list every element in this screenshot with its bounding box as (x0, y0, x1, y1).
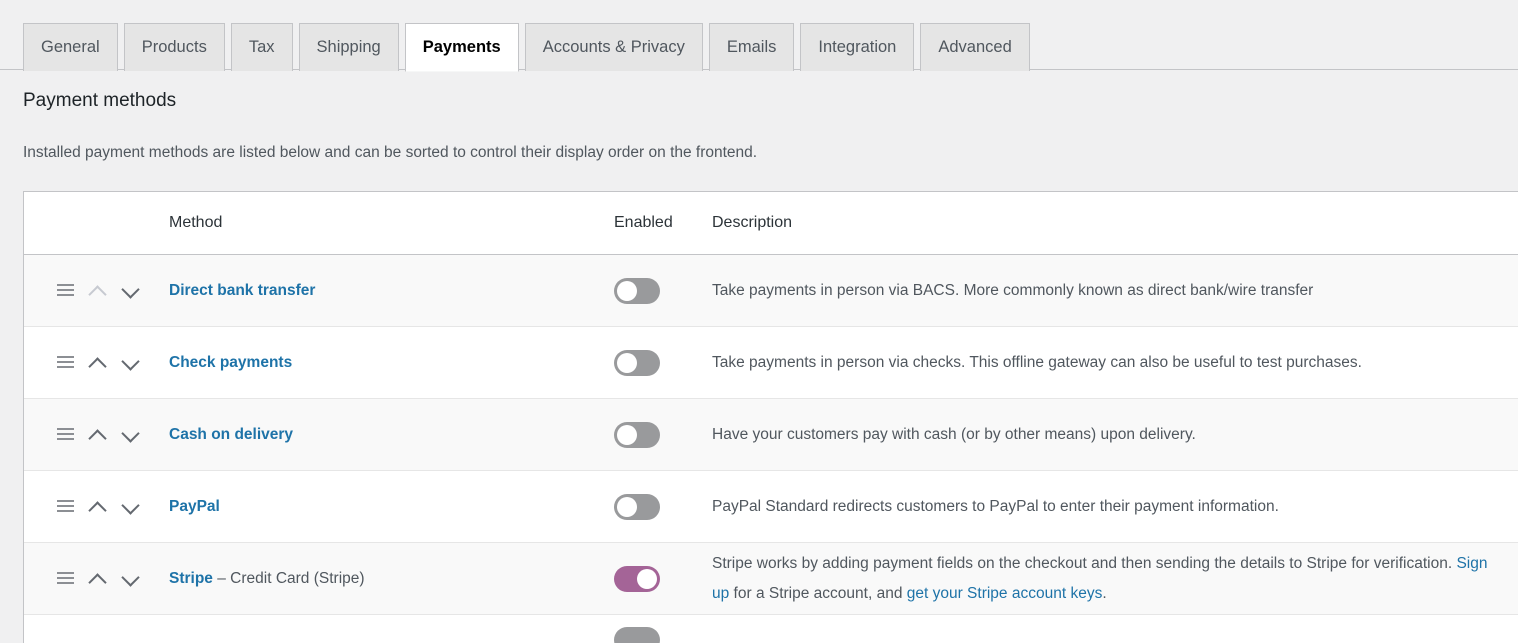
page-title: Payment methods (23, 88, 1518, 120)
description-text: for a Stripe account, and (729, 585, 907, 602)
method-link[interactable]: Stripe (169, 570, 213, 587)
tab-advanced[interactable]: Advanced (920, 23, 1029, 71)
method-name-cell: Check payments (169, 327, 614, 399)
page-description: Installed payment methods are listed bel… (23, 120, 1518, 164)
tab-shipping[interactable]: Shipping (299, 23, 399, 71)
sort-controls-cell (24, 399, 169, 471)
method-name-cell: Direct bank transfer (169, 255, 614, 327)
payment-methods-table: Method Enabled Description Direct bank t… (24, 192, 1518, 643)
chevron-up-icon[interactable] (88, 569, 107, 588)
enabled-toggle-cell (614, 399, 712, 471)
enabled-toggle[interactable] (614, 278, 660, 304)
partial-sort-cell (24, 615, 169, 643)
description-link[interactable]: get your Stripe account keys (907, 585, 1103, 602)
method-description-cell: Take payments in person via BACS. More c… (712, 255, 1518, 327)
description-text: Have your customers pay with cash (or by… (712, 426, 1196, 443)
sort-controls-cell (24, 327, 169, 399)
table-row (24, 615, 1518, 643)
column-header-sort (24, 192, 169, 255)
description-text: PayPal Standard redirects customers to P… (712, 498, 1279, 515)
chevron-down-icon[interactable] (121, 281, 140, 300)
method-suffix-label: – Credit Card (Stripe) (213, 570, 365, 587)
page-header: Payment methods Installed payment method… (0, 70, 1518, 164)
method-description-cell: Take payments in person via checks. This… (712, 327, 1518, 399)
method-name-cell: Cash on delivery (169, 399, 614, 471)
enabled-toggle[interactable] (614, 627, 660, 643)
table-head: Method Enabled Description (24, 192, 1518, 255)
partial-desc-cell (712, 615, 1518, 643)
enabled-toggle-cell (614, 543, 712, 615)
table-body: Direct bank transfer Take payments in per… (24, 255, 1518, 643)
chevron-down-icon[interactable] (121, 353, 140, 372)
drag-handle-icon[interactable] (57, 500, 74, 513)
method-name-cell: Stripe – Credit Card (Stripe) (169, 543, 614, 615)
description-text: Stripe works by adding payment fields on… (712, 555, 1456, 572)
tab-general[interactable]: General (23, 23, 118, 71)
chevron-up-icon[interactable] (88, 353, 107, 372)
table-row: Check payments Take payments in person vi… (24, 327, 1518, 399)
tab-tax[interactable]: Tax (231, 23, 293, 71)
method-link[interactable]: Cash on delivery (169, 426, 293, 443)
method-link[interactable]: PayPal (169, 498, 220, 515)
method-description-cell: Stripe works by adding payment fields on… (712, 543, 1518, 615)
tab-products[interactable]: Products (124, 23, 225, 71)
method-link[interactable]: Direct bank transfer (169, 282, 315, 299)
column-header-enabled: Enabled (614, 192, 712, 255)
drag-handle-icon[interactable] (57, 572, 74, 585)
drag-handle-icon[interactable] (57, 428, 74, 441)
enabled-toggle[interactable] (614, 422, 660, 448)
table-row: Direct bank transfer Take payments in per… (24, 255, 1518, 327)
enabled-toggle[interactable] (614, 350, 660, 376)
drag-handle-icon[interactable] (57, 356, 74, 369)
sort-controls-cell (24, 543, 169, 615)
sort-controls-cell (24, 471, 169, 543)
enabled-toggle-cell (614, 327, 712, 399)
table-row: PayPal PayPal Standard redirects customer… (24, 471, 1518, 543)
method-link[interactable]: Check payments (169, 354, 292, 371)
tab-accounts-privacy[interactable]: Accounts & Privacy (525, 23, 703, 71)
table-row: Cash on delivery Have your customers pay … (24, 399, 1518, 471)
payment-methods-table-wrapper: Method Enabled Description Direct bank t… (23, 191, 1518, 643)
partial-status-cell (614, 615, 712, 643)
description-text: Take payments in person via BACS. More c… (712, 282, 1313, 299)
chevron-up-icon[interactable] (88, 497, 107, 516)
description-text: Take payments in person via checks. This… (712, 354, 1362, 371)
chevron-up-icon[interactable] (88, 425, 107, 444)
settings-tab-bar: GeneralProductsTaxShippingPaymentsAccoun… (0, 0, 1518, 70)
chevron-down-icon[interactable] (121, 497, 140, 516)
sort-controls-cell (24, 255, 169, 327)
partial-method-cell (169, 615, 614, 643)
drag-handle-icon[interactable] (57, 284, 74, 297)
chevron-up-icon (88, 281, 107, 300)
enabled-toggle[interactable] (614, 494, 660, 520)
description-text: . (1102, 585, 1106, 602)
tab-integration[interactable]: Integration (800, 23, 914, 71)
table-row: Stripe – Credit Card (Stripe) Stripe work… (24, 543, 1518, 615)
chevron-down-icon[interactable] (121, 569, 140, 588)
method-description-cell: PayPal Standard redirects customers to P… (712, 471, 1518, 543)
method-name-cell: PayPal (169, 471, 614, 543)
enabled-toggle-cell (614, 255, 712, 327)
tab-emails[interactable]: Emails (709, 23, 795, 71)
table-header-row: Method Enabled Description (24, 192, 1518, 255)
method-description-cell: Have your customers pay with cash (or by… (712, 399, 1518, 471)
tab-payments[interactable]: Payments (405, 23, 519, 72)
enabled-toggle-cell (614, 471, 712, 543)
enabled-toggle[interactable] (614, 566, 660, 592)
chevron-down-icon[interactable] (121, 425, 140, 444)
column-header-method: Method (169, 192, 614, 255)
column-header-description: Description (712, 192, 1518, 255)
